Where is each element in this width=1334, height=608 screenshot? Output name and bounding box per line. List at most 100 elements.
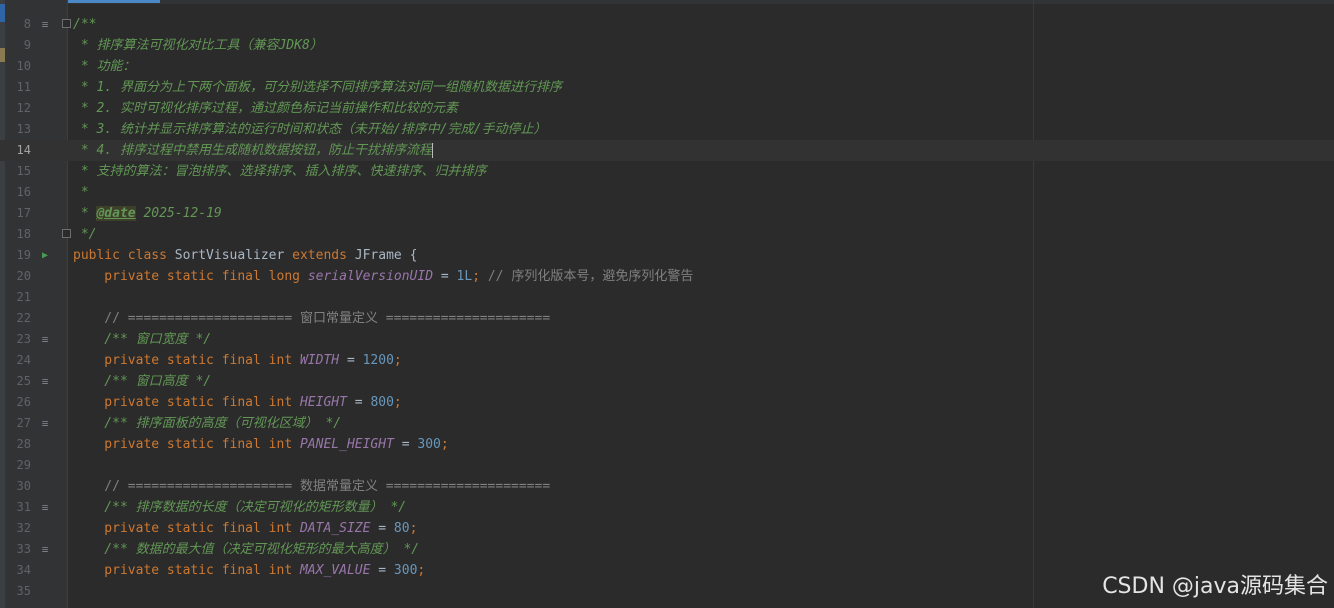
code-editor[interactable]: 8 ≡ /** 9 * 排序算法可视化对比工具（兼容JDK8） 10 * 功能：…	[0, 0, 1334, 608]
doc-comment-icon[interactable]: ≡	[38, 539, 52, 560]
punctuation: ;	[409, 521, 418, 536]
line-number: 34	[16, 563, 31, 577]
code-line[interactable]: 13 * 3. 统计并显示排序算法的运行时间和状态（未开始/排序中/完成/手动停…	[0, 119, 1334, 140]
number-literal: 300	[417, 437, 441, 452]
code-line[interactable]: 32 private static final int DATA_SIZE = …	[0, 518, 1334, 539]
keyword: private static final int	[73, 395, 300, 410]
code-text: /** 排序数据的长度（决定可视化的矩形数量） */	[73, 500, 407, 515]
line-number: 18	[16, 227, 31, 241]
code-text: */	[73, 227, 97, 242]
code-line[interactable]: 27 ≡ /** 排序面板的高度（可视化区域） */	[0, 413, 1334, 434]
line-number: 25	[16, 374, 31, 388]
code-line[interactable]: 12 * 2. 实时可视化排序过程，通过颜色标记当前操作和比较的元素	[0, 98, 1334, 119]
code-line[interactable]: 19 ▶ public class SortVisualizer extends…	[0, 245, 1334, 266]
line-number: 22	[16, 311, 31, 325]
field-name: PANEL_HEIGHT	[299, 437, 394, 452]
code-text: *	[73, 185, 89, 200]
code-line[interactable]: 29	[0, 455, 1334, 476]
code-text: /** 排序面板的高度（可视化区域） */	[73, 416, 342, 431]
keyword: private static final long	[73, 269, 308, 284]
code-line[interactable]: 20 private static final long serialVersi…	[0, 266, 1334, 287]
line-number: 8	[23, 17, 31, 31]
javadoc-tag: @date	[96, 206, 136, 221]
line-number: 29	[16, 458, 31, 472]
code-line[interactable]: 26 private static final int HEIGHT = 800…	[0, 392, 1334, 413]
code-lines: 8 ≡ /** 9 * 排序算法可视化对比工具（兼容JDK8） 10 * 功能：…	[0, 14, 1334, 602]
code-line[interactable]: 8 ≡ /**	[0, 14, 1334, 35]
punctuation: ;	[472, 269, 488, 284]
class-name: JFrame {	[354, 248, 418, 263]
code-line[interactable]: 22 // ===================== 窗口常量定义 =====…	[0, 308, 1334, 329]
keyword: private static final int	[73, 437, 300, 452]
code-text: 2025-12-19	[135, 206, 222, 221]
code-text: * 排序算法可视化对比工具（兼容JDK8）	[73, 38, 323, 53]
fold-icon[interactable]	[62, 229, 71, 238]
number-literal: 300	[393, 563, 418, 578]
line-number: 31	[16, 500, 31, 514]
current-code-line[interactable]: 14 * 4. 排序过程中禁用生成随机数据按钮，防止干扰排序流程	[0, 140, 1334, 161]
code-line[interactable]: 11 * 1. 界面分为上下两个面板，可分别选择不同排序算法对同一组随机数据进行…	[0, 77, 1334, 98]
code-text: /** 数据的最大值（决定可视化矩形的最大高度） */	[73, 542, 420, 557]
code-line[interactable]: 17 * @date 2025-12-19	[0, 203, 1334, 224]
field-name: HEIGHT	[299, 395, 347, 410]
code-line[interactable]: 21	[0, 287, 1334, 308]
run-gutter-icon[interactable]: ▶	[38, 245, 52, 266]
code-text: * 1. 界面分为上下两个面板，可分别选择不同排序算法对同一组随机数据进行排序	[73, 80, 562, 95]
code-line[interactable]: 15 * 支持的算法：冒泡排序、选择排序、插入排序、快速排序、归并排序	[0, 161, 1334, 182]
line-number: 23	[16, 332, 31, 346]
class-name: SortVisualizer	[174, 248, 293, 263]
line-number: 26	[16, 395, 31, 409]
operator: =	[433, 269, 457, 284]
punctuation: ;	[417, 563, 426, 578]
line-number: 21	[16, 290, 31, 304]
code-line[interactable]: 24 private static final int WIDTH = 1200…	[0, 350, 1334, 371]
number-literal: 1L	[456, 269, 473, 284]
line-number: 16	[16, 185, 31, 199]
code-line[interactable]: 30 // ===================== 数据常量定义 =====…	[0, 476, 1334, 497]
line-number: 9	[23, 38, 31, 52]
line-number: 20	[16, 269, 31, 283]
punctuation: ;	[440, 437, 449, 452]
line-number: 24	[16, 353, 31, 367]
operator: =	[346, 395, 371, 410]
doc-comment-icon[interactable]: ≡	[38, 497, 52, 518]
line-comment: // ===================== 数据常量定义 ========…	[73, 479, 551, 494]
line-number: 15	[16, 164, 31, 178]
code-text: /**	[73, 17, 97, 32]
number-literal: 1200	[362, 353, 394, 368]
punctuation: ;	[393, 395, 402, 410]
line-number: 14	[16, 143, 31, 157]
code-text: * 功能：	[73, 59, 136, 74]
line-number: 32	[16, 521, 31, 535]
doc-comment-icon[interactable]: ≡	[38, 14, 52, 35]
field-name: WIDTH	[299, 353, 340, 368]
code-line[interactable]: 9 * 排序算法可视化对比工具（兼容JDK8）	[0, 35, 1334, 56]
code-line[interactable]: 10 * 功能：	[0, 56, 1334, 77]
line-number: 19	[16, 248, 31, 262]
field-name: DATA_SIZE	[299, 521, 371, 536]
doc-comment-icon[interactable]: ≡	[38, 413, 52, 434]
code-line[interactable]: 25 ≡ /** 窗口高度 */	[0, 371, 1334, 392]
line-number: 35	[16, 584, 31, 598]
code-line[interactable]: 28 private static final int PANEL_HEIGHT…	[0, 434, 1334, 455]
doc-comment-icon[interactable]: ≡	[38, 329, 52, 350]
punctuation: ;	[393, 353, 402, 368]
code-text: * 2. 实时可视化排序过程，通过颜色标记当前操作和比较的元素	[73, 101, 458, 116]
code-text: * 支持的算法：冒泡排序、选择排序、插入排序、快速排序、归并排序	[73, 164, 487, 179]
code-line[interactable]: 33 ≡ /** 数据的最大值（决定可视化矩形的最大高度） */	[0, 539, 1334, 560]
line-number: 11	[16, 80, 31, 94]
field-name: serialVersionUID	[307, 269, 434, 284]
line-number: 27	[16, 416, 31, 430]
code-text: *	[73, 206, 97, 221]
code-line[interactable]: 23 ≡ /** 窗口宽度 */	[0, 329, 1334, 350]
code-line[interactable]: 31 ≡ /** 排序数据的长度（决定可视化的矩形数量） */	[0, 497, 1334, 518]
operator: =	[339, 353, 363, 368]
line-number: 17	[16, 206, 31, 220]
doc-comment-icon[interactable]: ≡	[38, 371, 52, 392]
line-comment: // ===================== 窗口常量定义 ========…	[73, 311, 551, 326]
code-text: /** 窗口高度 */	[73, 374, 212, 389]
code-line[interactable]: 18 */	[0, 224, 1334, 245]
operator: =	[370, 521, 394, 536]
fold-icon[interactable]	[62, 19, 71, 28]
code-line[interactable]: 16 *	[0, 182, 1334, 203]
